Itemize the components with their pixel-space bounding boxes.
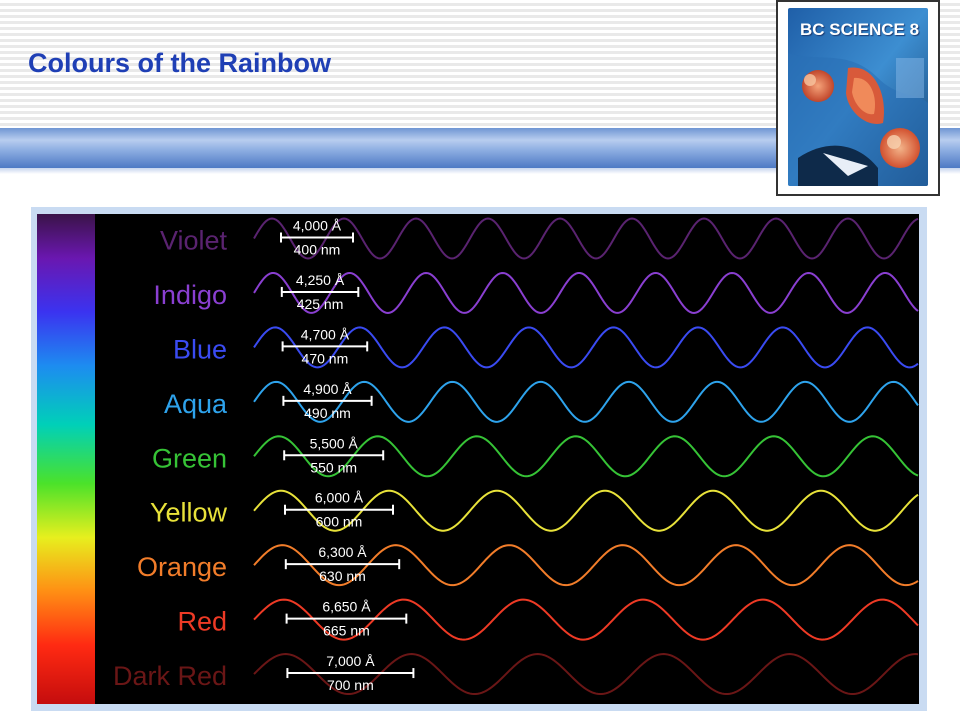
band-label: Indigo <box>153 280 227 310</box>
nm-label: 490 nm <box>304 405 351 421</box>
angstrom-label: 6,300 Å <box>318 544 367 560</box>
angstrom-label: 4,250 Å <box>296 272 345 288</box>
nm-label: 400 nm <box>294 242 341 258</box>
band-wave <box>253 271 919 314</box>
band-label: Green <box>152 443 227 473</box>
nm-label: 700 nm <box>327 677 374 693</box>
angstrom-label: 5,500 Å <box>310 435 359 451</box>
nm-label: 600 nm <box>316 514 363 530</box>
angstrom-label: 4,700 Å <box>301 326 350 342</box>
rainbow-wavelength-figure: Violet 4,000 Å 400 nm Indigo 4,250 Å 425 nm Bl… <box>37 214 919 704</box>
angstrom-label: 4,900 Å <box>303 381 352 397</box>
book-cover-title: BC SCIENCE 8 <box>800 20 920 39</box>
band-wave <box>253 326 919 369</box>
band-label: Blue <box>173 334 227 364</box>
angstrom-label: 6,000 Å <box>315 490 364 506</box>
nm-label: 665 nm <box>323 623 370 639</box>
nm-label: 425 nm <box>297 296 344 312</box>
spectrum-color-bar <box>37 214 95 704</box>
angstrom-label: 6,650 Å <box>322 599 371 615</box>
band-label: Orange <box>137 552 227 582</box>
band-label: Violet <box>160 226 228 256</box>
page-title: Colours of the Rainbow <box>28 48 331 78</box>
nm-label: 470 nm <box>302 350 349 366</box>
nm-label: 630 nm <box>319 568 366 584</box>
band-label: Aqua <box>164 389 228 419</box>
nm-label: 550 nm <box>310 459 357 475</box>
band-label: Yellow <box>150 498 228 528</box>
angstrom-label: 4,000 Å <box>293 218 342 234</box>
angstrom-label: 7,000 Å <box>326 653 375 669</box>
band-label: Dark Red <box>113 661 227 691</box>
band-label: Red <box>177 607 227 637</box>
